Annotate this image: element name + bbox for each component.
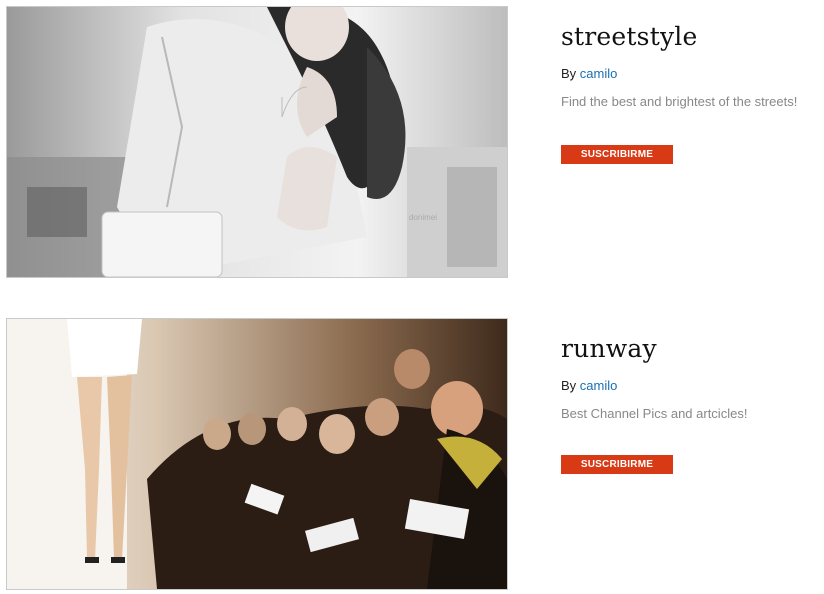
board-byline: By camilo — [561, 378, 824, 393]
cover-photo-streetstyle — [7, 7, 507, 277]
board-info: streetstyle By camilo Find the best and … — [561, 6, 824, 164]
author-link[interactable]: camilo — [580, 378, 618, 393]
board-title[interactable]: streetstyle — [561, 22, 824, 52]
subscribe-button[interactable]: SUSCRIBIRME — [561, 145, 673, 164]
board-card-streetstyle: donimei streetstyle By camilo Find the b… — [0, 6, 824, 280]
cover-photo-runway — [7, 319, 507, 589]
board-description: Find the best and brightest of the stree… — [561, 94, 798, 109]
author-link[interactable]: camilo — [580, 66, 618, 81]
board-cover-image[interactable] — [6, 318, 508, 590]
board-byline: By camilo — [561, 66, 824, 81]
board-card-runway: runway By camilo Best Channel Pics and a… — [0, 318, 824, 592]
by-label: By — [561, 66, 577, 81]
board-description: Best Channel Pics and artcicles! — [561, 406, 748, 421]
board-cover-image[interactable]: donimei — [6, 6, 508, 278]
photo-watermark: donimei — [409, 213, 438, 222]
by-label: By — [561, 378, 577, 393]
subscribe-button[interactable]: SUSCRIBIRME — [561, 455, 673, 474]
board-info: runway By camilo Best Channel Pics and a… — [561, 318, 824, 474]
board-title[interactable]: runway — [561, 334, 824, 364]
